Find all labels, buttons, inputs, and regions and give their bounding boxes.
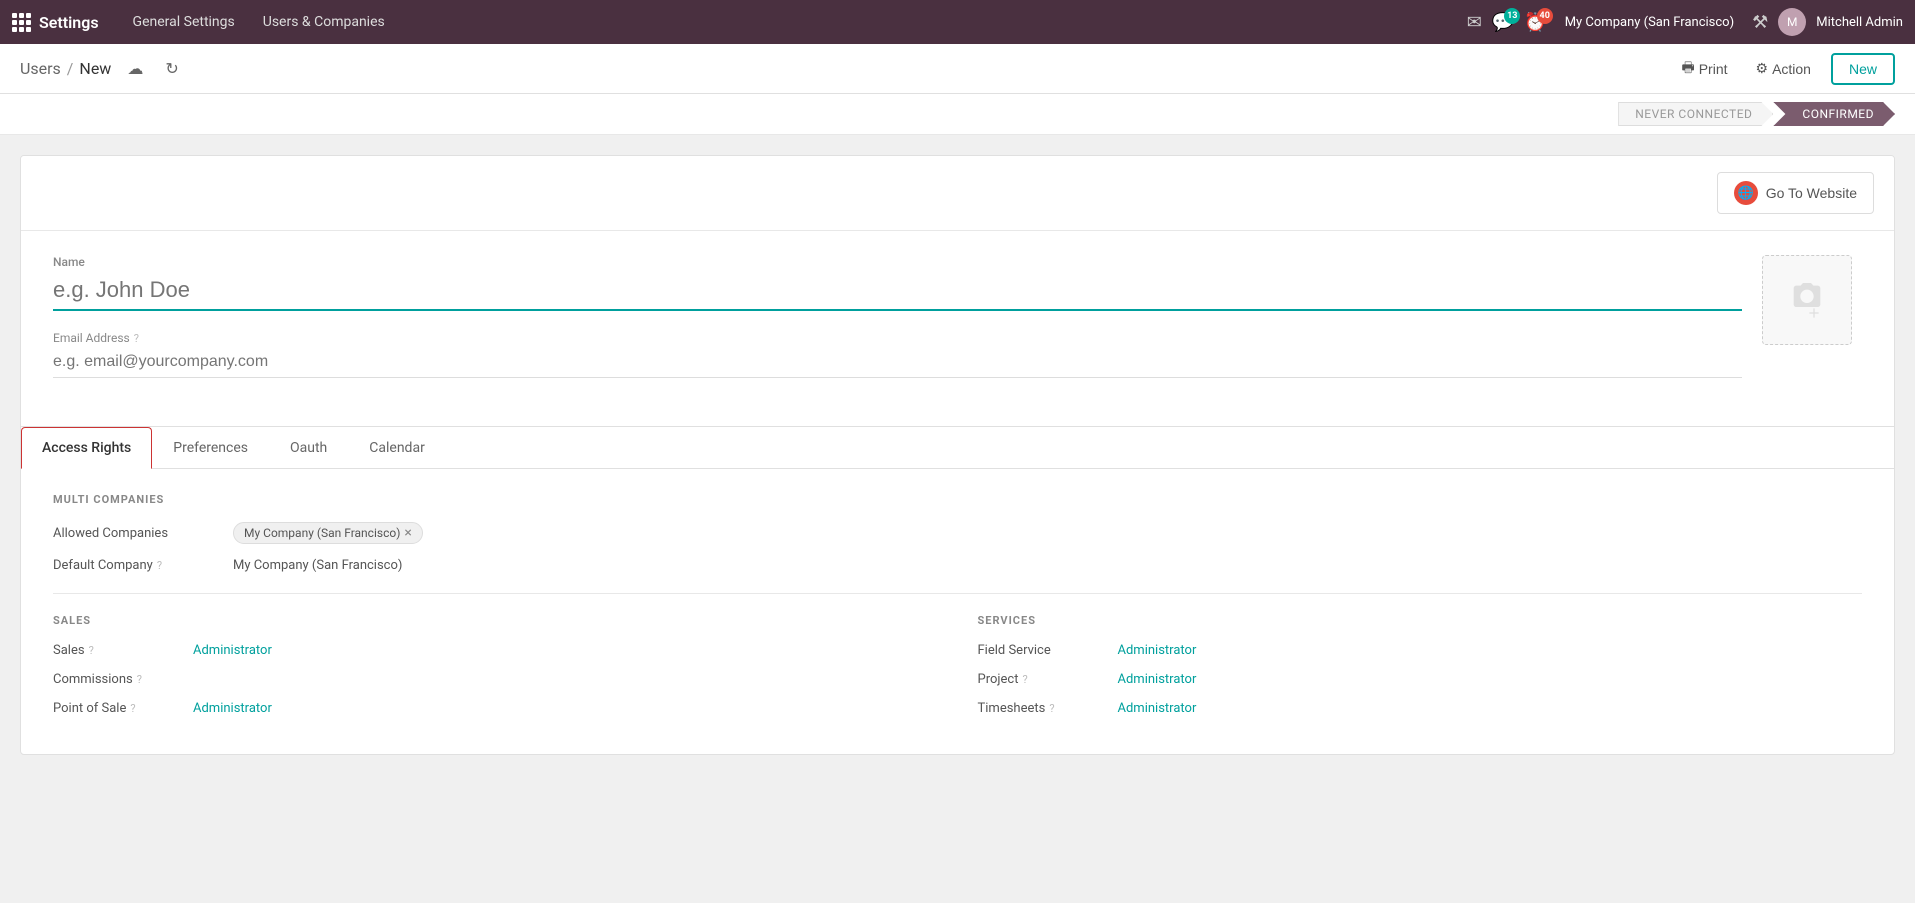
breadcrumb-parent[interactable]: Users: [20, 59, 61, 78]
gear-icon: ⚙: [1756, 60, 1769, 77]
sales-help-icon[interactable]: ?: [89, 644, 94, 657]
allowed-companies-row: Allowed Companies My Company (San Franci…: [53, 522, 1862, 544]
support-icon[interactable]: ✉: [1467, 12, 1482, 33]
app-title[interactable]: Settings: [39, 13, 99, 32]
sales-label: Sales ?: [53, 643, 193, 658]
go-to-website-button[interactable]: 🌐 Go To Website: [1717, 172, 1874, 214]
status-confirmed[interactable]: CONFIRMED: [1773, 102, 1895, 126]
name-label: Name: [53, 255, 1742, 269]
form-photo-area: [1762, 255, 1862, 402]
pos-help-icon[interactable]: ?: [130, 702, 135, 715]
allowed-companies-value: My Company (San Francisco) ×: [233, 522, 1862, 544]
status-never-connected[interactable]: NEVER CONNECTED: [1618, 102, 1773, 126]
card-header: 🌐 Go To Website: [21, 156, 1894, 231]
services-title: SERVICES: [978, 614, 1863, 627]
sales-column: SALES Sales ? Administrator Commissions: [53, 614, 938, 730]
project-value: Administrator: [1118, 672, 1863, 687]
timesheets-row: Timesheets ? Administrator: [978, 701, 1863, 716]
project-help-icon[interactable]: ?: [1022, 673, 1027, 686]
breadcrumb-actions: 🖶 Print ⚙ Action New: [1673, 51, 1895, 87]
default-company-row: Default Company ? My Company (San Franci…: [53, 558, 1862, 573]
field-service-label: Field Service: [978, 643, 1118, 658]
discard-button[interactable]: ↻: [159, 55, 184, 83]
multi-companies-title: MULTI COMPANIES: [53, 493, 1862, 506]
avatar[interactable]: M: [1778, 8, 1806, 36]
photo-upload[interactable]: [1762, 255, 1852, 345]
nav-right: ✉ 💬 13 ⏰ 40 My Company (San Francisco) ⚒…: [1467, 8, 1903, 36]
nav-menu: General Settings Users & Companies: [119, 0, 1467, 44]
default-company-label: Default Company ?: [53, 558, 233, 573]
sales-row: Sales ? Administrator: [53, 643, 938, 658]
commissions-help-icon[interactable]: ?: [137, 673, 142, 686]
settings-wrench-icon[interactable]: ⚒: [1752, 12, 1768, 33]
timesheets-value: Administrator: [1118, 701, 1863, 716]
timesheets-label: Timesheets ?: [978, 701, 1118, 716]
breadcrumb: Users / New: [20, 59, 111, 78]
email-input[interactable]: [53, 349, 1742, 378]
divider: [53, 593, 1862, 594]
tab-access-rights[interactable]: Access Rights: [21, 427, 152, 469]
company-tag[interactable]: My Company (San Francisco) ×: [233, 522, 423, 544]
default-company-help-icon[interactable]: ?: [157, 559, 162, 572]
default-company-value: My Company (San Francisco): [233, 558, 1862, 573]
project-row: Project ? Administrator: [978, 672, 1863, 687]
sales-title: SALES: [53, 614, 938, 627]
tab-oauth[interactable]: Oauth: [269, 427, 348, 469]
user-name[interactable]: Mitchell Admin: [1816, 15, 1903, 30]
print-button[interactable]: 🖶 Print: [1673, 51, 1735, 87]
tabs-header: Access Rights Preferences Oauth Calendar: [21, 427, 1894, 469]
action-button[interactable]: ⚙ Action: [1748, 54, 1819, 83]
tabs-section: Access Rights Preferences Oauth Calendar…: [21, 426, 1894, 754]
timesheets-help-icon[interactable]: ?: [1049, 702, 1054, 715]
apps-launcher[interactable]: [12, 13, 31, 32]
email-section: Email Address ?: [53, 331, 1742, 378]
tab-content-access-rights: MULTI COMPANIES Allowed Companies My Com…: [21, 469, 1894, 754]
new-record-button[interactable]: New: [1831, 53, 1895, 85]
breadcrumb-current: New: [79, 59, 111, 78]
allowed-companies-label: Allowed Companies: [53, 526, 233, 541]
name-input[interactable]: [53, 273, 1742, 311]
pos-row: Point of Sale ? Administrator: [53, 701, 938, 716]
save-cloud-button[interactable]: ☁: [121, 55, 149, 83]
globe-icon: 🌐: [1734, 181, 1758, 205]
card-body: Name Email Address ?: [21, 231, 1894, 426]
email-help-icon[interactable]: ?: [134, 332, 139, 345]
form-card: 🌐 Go To Website Name Email Address ?: [20, 155, 1895, 755]
pos-label: Point of Sale ?: [53, 701, 193, 716]
field-service-value: Administrator: [1118, 643, 1863, 658]
commissions-row: Commissions ?: [53, 672, 938, 687]
tab-calendar[interactable]: Calendar: [348, 427, 446, 469]
services-column: SERVICES Field Service Administrator Pro…: [978, 614, 1863, 730]
form-main: Name Email Address ?: [53, 255, 1742, 402]
breadcrumb-separator: /: [67, 59, 74, 78]
chat-icon[interactable]: 💬 13: [1492, 12, 1514, 33]
sales-value: Administrator: [193, 643, 938, 658]
field-service-row: Field Service Administrator: [978, 643, 1863, 658]
commissions-label: Commissions ?: [53, 672, 193, 687]
status-steps: NEVER CONNECTED CONFIRMED: [1618, 102, 1895, 126]
company-name[interactable]: My Company (San Francisco): [1565, 15, 1734, 30]
pos-value: Administrator: [193, 701, 938, 716]
company-tag-remove[interactable]: ×: [404, 525, 411, 541]
status-bar: NEVER CONNECTED CONFIRMED: [0, 94, 1915, 135]
print-icon: 🖶: [1681, 57, 1694, 81]
two-col-section: SALES Sales ? Administrator Commissions: [53, 614, 1862, 730]
nav-users-companies[interactable]: Users & Companies: [249, 0, 399, 44]
apps-grid-icon[interactable]: [12, 13, 31, 32]
chat-badge: 13: [1504, 8, 1520, 24]
project-label: Project ?: [978, 672, 1118, 687]
email-label: Email Address ?: [53, 331, 1742, 345]
main-content: 🌐 Go To Website Name Email Address ?: [0, 135, 1915, 888]
breadcrumb-bar: Users / New ☁ ↻ 🖶 Print ⚙ Action New: [0, 44, 1915, 94]
clock-icon[interactable]: ⏰ 40: [1524, 12, 1546, 33]
nav-general-settings[interactable]: General Settings: [119, 0, 249, 44]
clock-badge: 40: [1537, 8, 1553, 24]
top-nav: Settings General Settings Users & Compan…: [0, 0, 1915, 44]
tab-preferences[interactable]: Preferences: [152, 427, 269, 469]
